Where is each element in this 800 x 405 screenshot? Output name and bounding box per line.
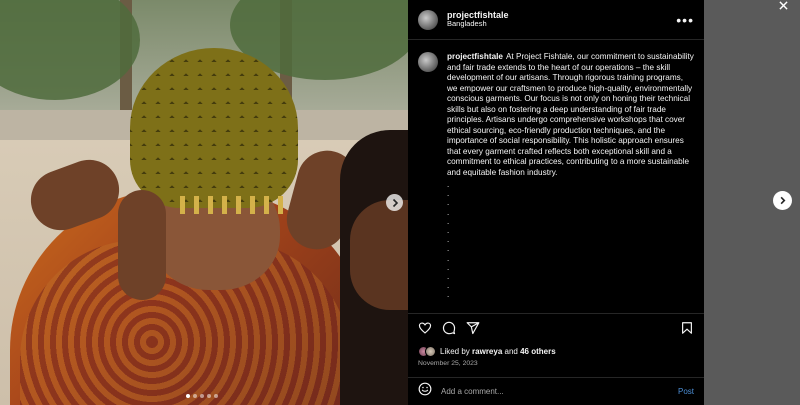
carousel-dot bbox=[200, 394, 204, 398]
liker-username[interactable]: rawreya bbox=[472, 347, 502, 356]
post-details-panel: projectfishtale Bangladesh ••• projectfi… bbox=[408, 0, 704, 405]
crochet-cap bbox=[130, 48, 298, 208]
like-button[interactable] bbox=[418, 321, 432, 340]
caption-dot-line: . bbox=[447, 189, 450, 199]
caption-username[interactable]: projectfishtale bbox=[447, 52, 503, 61]
caption-dot-line: . bbox=[447, 281, 450, 291]
more-options-button[interactable]: ••• bbox=[676, 13, 694, 27]
likes-joiner: and bbox=[504, 347, 518, 356]
comment-input[interactable] bbox=[441, 387, 678, 396]
carousel-dot bbox=[193, 394, 197, 398]
caption-dot-lines: . . . . . . . . . . . . . bbox=[447, 180, 694, 300]
comment-icon bbox=[442, 321, 456, 334]
chevron-right-icon bbox=[392, 198, 398, 207]
close-icon bbox=[778, 0, 788, 10]
post-location[interactable]: Bangladesh bbox=[447, 20, 509, 29]
share-button[interactable] bbox=[466, 321, 480, 340]
helper-face bbox=[350, 200, 408, 310]
carousel-dot bbox=[214, 394, 218, 398]
share-icon bbox=[466, 321, 480, 334]
carousel-dot bbox=[207, 394, 211, 398]
avatar[interactable] bbox=[418, 9, 438, 30]
comment-button[interactable] bbox=[442, 321, 456, 340]
more-icon: ••• bbox=[676, 11, 694, 28]
carousel-indicator bbox=[186, 394, 218, 398]
background-foliage bbox=[0, 0, 140, 100]
chevron-right-icon bbox=[780, 196, 786, 205]
post-comment-button[interactable]: Post bbox=[678, 387, 694, 396]
likes-others-link[interactable]: 46 others bbox=[520, 347, 556, 356]
carousel-dot bbox=[186, 394, 190, 398]
carousel-next-button[interactable] bbox=[386, 194, 403, 211]
post-date[interactable]: November 25, 2023 bbox=[418, 360, 694, 367]
caption-dot-line: . bbox=[447, 180, 450, 189]
caption: projectfishtale At Project Fishtale, our … bbox=[447, 52, 694, 312]
caption-dot-line: . bbox=[447, 262, 450, 272]
caption-dot-line: . bbox=[447, 226, 450, 236]
caption-dot-line: . bbox=[447, 272, 450, 282]
save-button[interactable] bbox=[680, 321, 694, 340]
artisan-hand bbox=[118, 190, 166, 300]
post-header: projectfishtale Bangladesh ••• bbox=[408, 0, 704, 40]
post-actions: Liked by rawreya and 46 others November … bbox=[408, 313, 704, 367]
close-button[interactable] bbox=[776, 0, 790, 10]
liker-avatars bbox=[418, 346, 436, 357]
caption-dot-line: . bbox=[447, 244, 450, 254]
avatar[interactable] bbox=[418, 52, 438, 72]
caption-dot-line: . bbox=[447, 198, 450, 208]
header-text: projectfishtale Bangladesh bbox=[447, 10, 509, 29]
emoji-icon bbox=[418, 382, 432, 396]
next-post-button[interactable] bbox=[773, 191, 792, 210]
likes-summary: Liked by rawreya and 46 others bbox=[418, 346, 694, 357]
action-bar bbox=[418, 321, 694, 340]
likes-prefix: Liked by bbox=[440, 347, 470, 356]
caption-dot-line: . bbox=[447, 235, 450, 245]
emoji-button[interactable] bbox=[418, 382, 432, 401]
caption-body: At Project Fishtale, our commitment to s… bbox=[447, 52, 694, 177]
post-image[interactable] bbox=[0, 0, 408, 405]
comment-bar: Post bbox=[408, 377, 704, 405]
caption-dot-line: . bbox=[447, 253, 450, 263]
cap-beads bbox=[180, 196, 292, 214]
avatar[interactable] bbox=[425, 346, 436, 357]
bookmark-icon bbox=[682, 321, 692, 334]
caption-dot-line: . bbox=[447, 290, 450, 300]
caption-dot-line: . bbox=[447, 216, 450, 226]
caption-dot-line: . bbox=[447, 207, 450, 217]
heart-icon bbox=[418, 321, 432, 334]
post-modal: projectfishtale Bangladesh ••• projectfi… bbox=[0, 0, 704, 405]
caption-section: projectfishtale At Project Fishtale, our … bbox=[408, 40, 704, 312]
